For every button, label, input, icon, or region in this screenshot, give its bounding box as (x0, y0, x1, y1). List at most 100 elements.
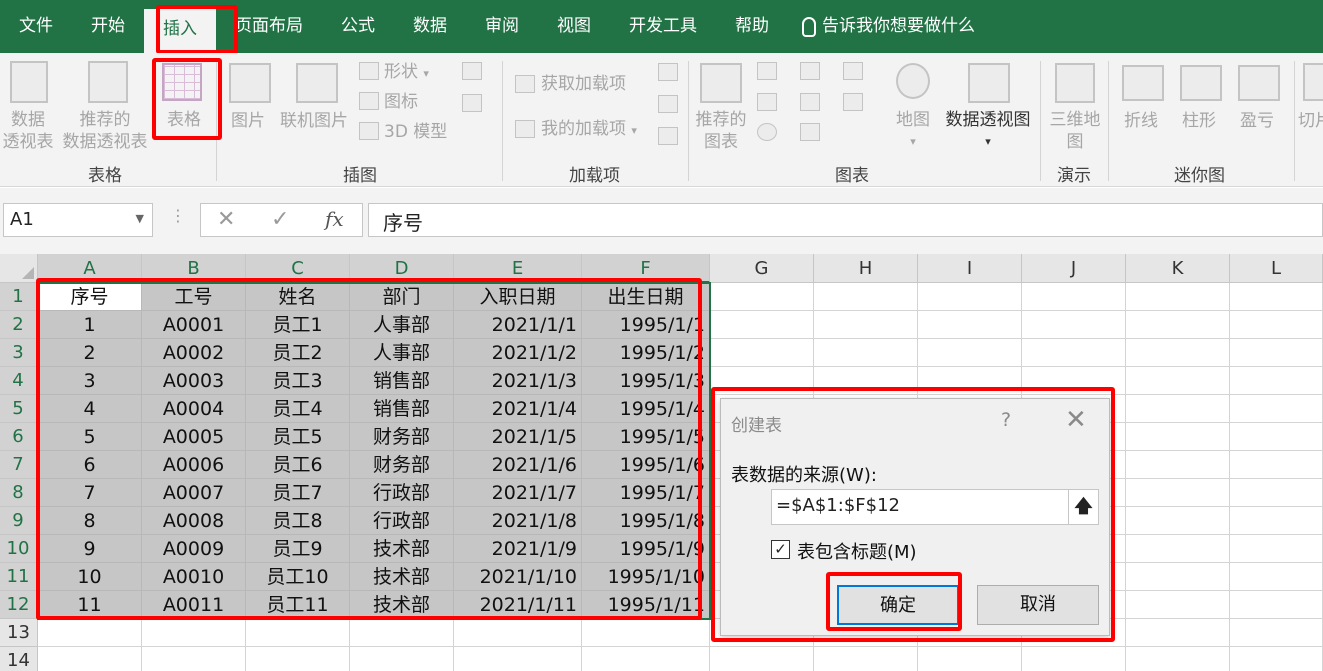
formula-input[interactable]: 序号 (368, 203, 1323, 237)
select-all-corner[interactable] (0, 254, 38, 283)
cell[interactable] (1230, 395, 1323, 423)
waterfall-chart-icon[interactable] (843, 62, 863, 80)
cell[interactable] (1126, 395, 1230, 423)
sparkline-line-button[interactable]: 折线 (1124, 110, 1158, 132)
menu-review[interactable]: 审阅 (466, 0, 538, 53)
menu-home[interactable]: 开始 (72, 0, 144, 53)
cell[interactable] (454, 647, 582, 671)
picture-button[interactable]: 图片 (231, 110, 265, 132)
row-header-12[interactable]: 12 (0, 591, 38, 619)
cell[interactable] (814, 339, 918, 367)
column-header-j[interactable]: J (1022, 254, 1126, 283)
statistic-chart-icon[interactable] (800, 93, 820, 111)
row-header-14[interactable]: 14 (0, 647, 38, 671)
row-header-2[interactable]: 2 (0, 311, 38, 339)
pivot-table-button[interactable]: 数据 透视表 (0, 109, 56, 153)
cell[interactable] (1126, 367, 1230, 395)
column-chart-icon[interactable] (757, 62, 777, 80)
row-header-3[interactable]: 3 (0, 339, 38, 367)
cell[interactable] (1126, 591, 1230, 619)
row-header-1[interactable]: 1 (0, 283, 38, 311)
recommended-pivot-button[interactable]: 推荐的 数据透视表 (58, 109, 152, 153)
row-header-13[interactable]: 13 (0, 619, 38, 647)
cell[interactable] (1126, 311, 1230, 339)
menu-data[interactable]: 数据 (394, 0, 466, 53)
row-header-7[interactable]: 7 (0, 451, 38, 479)
cell[interactable] (246, 619, 350, 647)
insert-function-icon[interactable]: fx (325, 207, 344, 231)
column-header-i[interactable]: I (918, 254, 1022, 283)
cell[interactable] (142, 647, 246, 671)
smartart-icon[interactable] (462, 62, 482, 80)
cell[interactable] (1230, 451, 1323, 479)
row-header-6[interactable]: 6 (0, 423, 38, 451)
cell[interactable] (454, 619, 582, 647)
cell[interactable] (1230, 507, 1323, 535)
cell[interactable] (582, 647, 710, 671)
cell[interactable] (814, 311, 918, 339)
tell-me-search[interactable]: 告诉我你想要做什么 (788, 0, 994, 53)
cell[interactable] (1230, 367, 1323, 395)
cell[interactable] (814, 283, 918, 311)
menu-file[interactable]: 文件 (0, 0, 72, 53)
cell[interactable] (710, 283, 814, 311)
cell[interactable] (1022, 647, 1126, 671)
column-header-k[interactable]: K (1126, 254, 1230, 283)
cell[interactable] (246, 647, 350, 671)
cell[interactable] (918, 311, 1022, 339)
cell[interactable] (918, 339, 1022, 367)
cell[interactable] (350, 647, 454, 671)
shapes-button[interactable]: 形状 ▾ (384, 61, 429, 85)
cell[interactable] (142, 619, 246, 647)
row-header-8[interactable]: 8 (0, 479, 38, 507)
cell[interactable] (1126, 339, 1230, 367)
visio-icon[interactable] (658, 63, 678, 81)
model3d-button[interactable]: 3D 模型 (384, 121, 447, 143)
scatter-chart-icon[interactable] (800, 123, 820, 141)
screenshot-icon[interactable] (462, 94, 482, 112)
name-box[interactable]: A1 ▼ (3, 203, 153, 237)
menu-help[interactable]: 帮助 (716, 0, 788, 53)
my-addins-button[interactable]: 我的加载项 ▾ (541, 118, 637, 142)
column-header-h[interactable]: H (814, 254, 918, 283)
menu-formulas[interactable]: 公式 (322, 0, 394, 53)
cell[interactable] (710, 311, 814, 339)
column-header-l[interactable]: L (1230, 254, 1323, 283)
sparkline-column-button[interactable]: 柱形 (1182, 110, 1216, 132)
recommended-charts-button[interactable]: 推荐的 图表 (692, 109, 750, 153)
cell[interactable] (1126, 507, 1230, 535)
confirm-icon[interactable]: ✓ (271, 207, 289, 232)
row-header-10[interactable]: 10 (0, 535, 38, 563)
cell[interactable] (1230, 283, 1323, 311)
cell[interactable] (1126, 647, 1230, 671)
cell[interactable] (1126, 283, 1230, 311)
online-picture-button[interactable]: 联机图片 (280, 110, 348, 132)
combo-chart-icon[interactable] (843, 93, 863, 111)
line-chart-icon[interactable] (757, 93, 777, 111)
pivot-chart-button[interactable]: 数据透视图 ▾ (940, 109, 1036, 153)
cell[interactable] (1126, 619, 1230, 647)
menu-developer[interactable]: 开发工具 (610, 0, 716, 53)
cell[interactable] (1230, 339, 1323, 367)
cell[interactable] (1230, 479, 1323, 507)
row-header-5[interactable]: 5 (0, 395, 38, 423)
cell[interactable] (1126, 535, 1230, 563)
icons-button[interactable]: 图标 (384, 91, 418, 113)
cell[interactable] (350, 619, 454, 647)
worksheet-grid[interactable]: A B C D E F G H I J K L 1 2 3 4 5 6 7 8 9 10 11 12 13 14 序号 工号 姓名 部门入… (0, 254, 1323, 671)
map-button[interactable]: 地图 ▾ (888, 109, 938, 153)
cell[interactable] (918, 283, 1022, 311)
cell[interactable] (38, 619, 142, 647)
menu-view[interactable]: 视图 (538, 0, 610, 53)
cell[interactable] (1126, 423, 1230, 451)
cell[interactable] (710, 647, 814, 671)
bing-maps-icon[interactable] (658, 95, 678, 113)
chevron-down-icon[interactable]: ▼ (136, 212, 144, 225)
slicer-button[interactable]: 切片 (1298, 110, 1323, 132)
map3d-button[interactable]: 三维地 图 (1046, 109, 1104, 153)
cell[interactable] (1230, 647, 1323, 671)
get-addins-button[interactable]: 获取加载项 (541, 73, 626, 95)
hierarchy-chart-icon[interactable] (800, 62, 820, 80)
row-header-11[interactable]: 11 (0, 563, 38, 591)
cell[interactable] (1230, 535, 1323, 563)
